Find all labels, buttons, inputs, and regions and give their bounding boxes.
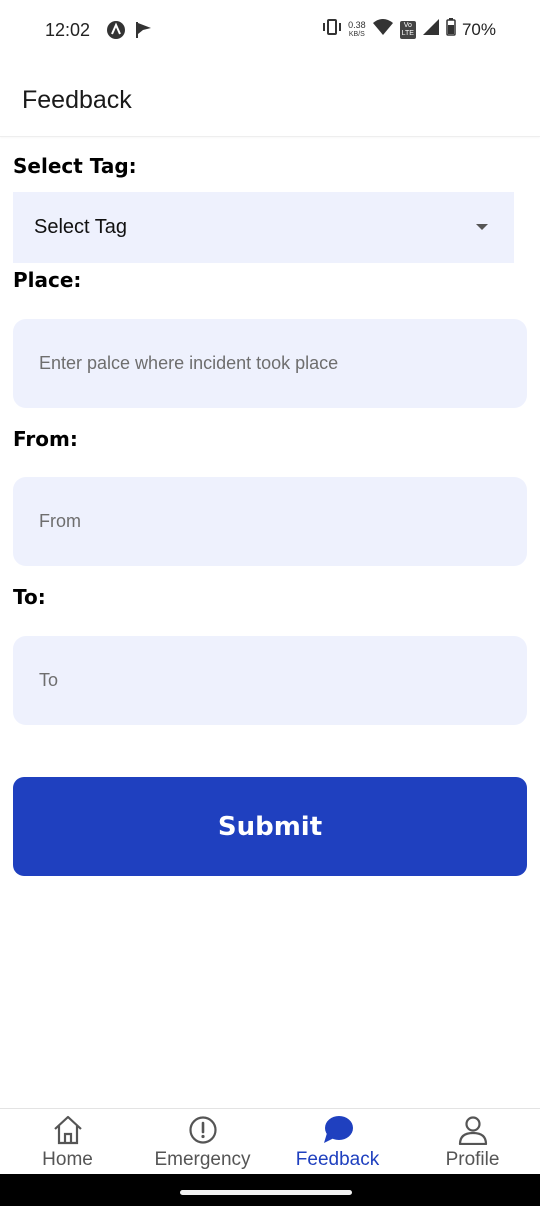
place-label: Place: [13, 268, 82, 292]
to-input[interactable] [13, 636, 527, 725]
network-speed: 0.38 KB/S [348, 19, 366, 39]
battery-percent: 70% [461, 19, 496, 39]
chat-bubble-icon [321, 1113, 355, 1147]
system-gesture-bar [0, 1174, 540, 1206]
battery-icon [446, 18, 456, 41]
flag-icon [134, 20, 154, 45]
nav-label-emergency: Emergency [154, 1149, 251, 1170]
nav-label-home: Home [42, 1149, 93, 1170]
place-input[interactable] [13, 319, 527, 408]
nav-item-home[interactable]: Home [0, 1109, 135, 1175]
nav-item-emergency[interactable]: Emergency [135, 1109, 270, 1175]
gesture-handle[interactable] [180, 1190, 352, 1195]
status-time: 12:02 [45, 20, 91, 40]
feedback-screen: 12:02 0.38 KB/S Vo LTE 70% Feedback Sele… [0, 0, 540, 1206]
nav-item-feedback[interactable]: Feedback [270, 1109, 405, 1175]
tag-label: Select Tag: [13, 154, 137, 178]
bottom-nav: Home Emergency Feedback Profile [0, 1108, 540, 1175]
volte-badge: Vo LTE [399, 20, 416, 39]
nav-label-feedback: Feedback [295, 1149, 380, 1170]
chevron-down-icon [476, 224, 488, 230]
nav-label-profile: Profile [445, 1149, 500, 1170]
network-speed-value: 0.38 [348, 19, 366, 30]
from-input[interactable] [13, 477, 527, 566]
from-label: From: [13, 427, 78, 451]
status-system-icons: 0.38 KB/S Vo LTE 70% [322, 18, 496, 41]
vibrate-icon [322, 18, 342, 41]
status-notification-icons [106, 20, 154, 45]
status-bar: 12:02 0.38 KB/S Vo LTE 70% [0, 0, 540, 62]
network-speed-unit: KB/S [348, 30, 365, 38]
app-bar: Feedback [0, 62, 540, 137]
submit-button[interactable]: Submit [13, 777, 527, 876]
tag-select-value: Select Tag [34, 216, 128, 238]
page-title: Feedback [22, 86, 132, 114]
volte-badge-bottom: LTE [401, 29, 414, 37]
alert-circle-icon [186, 1113, 220, 1147]
cell-signal-icon [422, 18, 440, 41]
home-icon [51, 1113, 85, 1147]
app-notification-icon [106, 20, 126, 45]
to-label: To: [13, 585, 46, 609]
volte-badge-top: Vo [403, 21, 412, 29]
wifi-icon [372, 18, 394, 41]
nav-item-profile[interactable]: Profile [405, 1109, 540, 1175]
person-icon [456, 1113, 490, 1147]
tag-select[interactable]: Select Tag [13, 192, 514, 263]
